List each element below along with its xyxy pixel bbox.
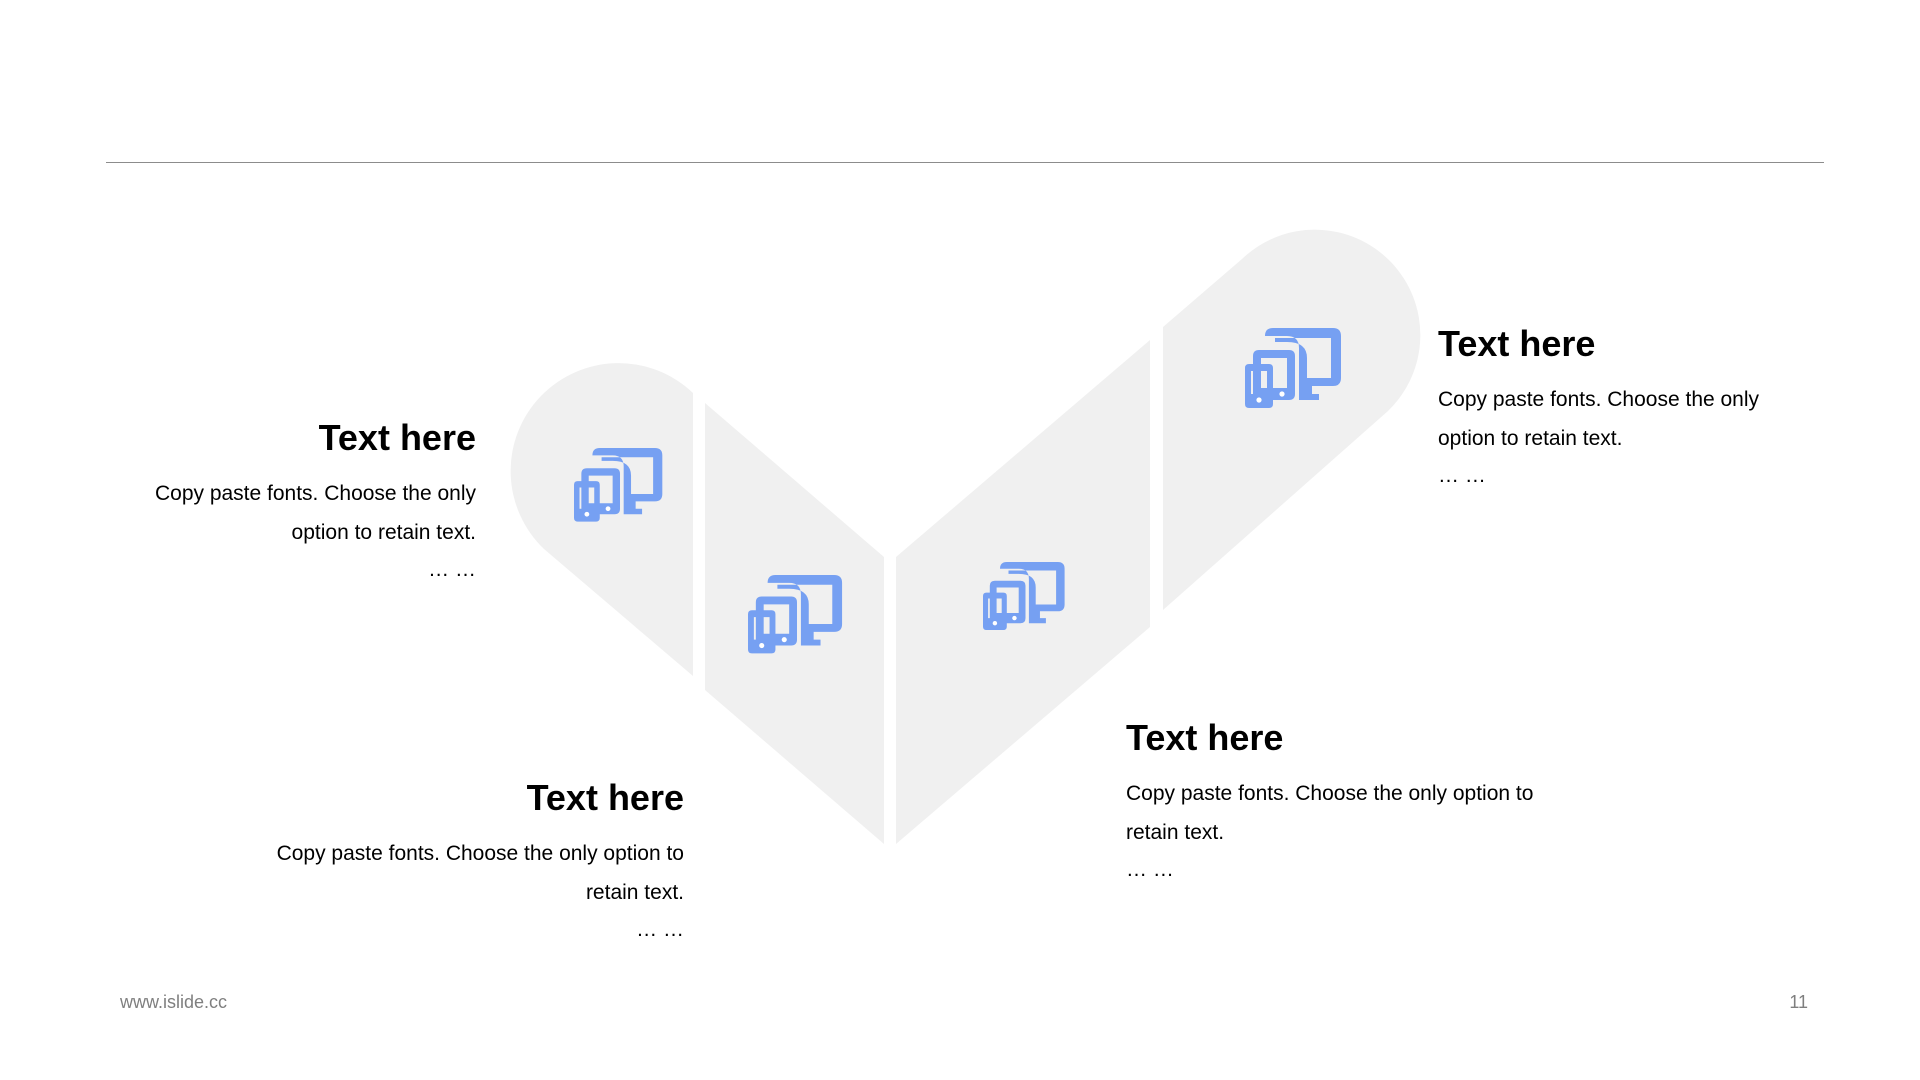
- block-title: Text here: [318, 417, 476, 458]
- block-body-line: Copy paste fonts. Choose the only: [1438, 388, 1760, 411]
- block-title: Text here: [1126, 717, 1284, 758]
- text-block-3: Text here Copy paste fonts. Choose the o…: [1126, 716, 1586, 888]
- check-segment-1: [510, 363, 693, 676]
- block-body-line: Copy paste fonts. Choose the only option…: [276, 842, 684, 865]
- block-ellipsis: … …: [636, 918, 684, 941]
- block-body: Copy paste fonts. Choose the only option…: [1126, 774, 1586, 852]
- block-body-line: Copy paste fonts. Choose the only option…: [1126, 782, 1534, 805]
- block-body: Copy paste fonts. Choose the only option…: [1438, 380, 1838, 458]
- footer-url[interactable]: www.islide.cc: [120, 992, 227, 1013]
- block-ellipsis: … …: [1126, 858, 1174, 881]
- text-block-4: Text here Copy paste fonts. Choose the o…: [1438, 322, 1838, 494]
- text-block-2: Text here Copy paste fonts. Choose the o…: [240, 776, 684, 948]
- block-title: Text here: [1438, 323, 1596, 364]
- block-body-line: retain text.: [1126, 821, 1225, 844]
- text-block-1: Text here Copy paste fonts. Choose the o…: [120, 416, 476, 588]
- block-title: Text here: [526, 777, 684, 818]
- block-ellipsis: … …: [428, 558, 476, 581]
- block-body-line: retain text.: [585, 881, 684, 904]
- block-body: Copy paste fonts. Choose the only option…: [240, 834, 684, 912]
- block-body: Copy paste fonts. Choose the only option…: [120, 474, 476, 552]
- check-segment-4: [1163, 229, 1421, 610]
- block-body-line: option to retain text.: [1438, 427, 1623, 450]
- page-number: 11: [1789, 992, 1808, 1012]
- block-ellipsis: … …: [1438, 464, 1486, 487]
- block-body-line: Copy paste fonts. Choose the only: [154, 482, 476, 505]
- block-body-line: option to retain text.: [291, 521, 476, 544]
